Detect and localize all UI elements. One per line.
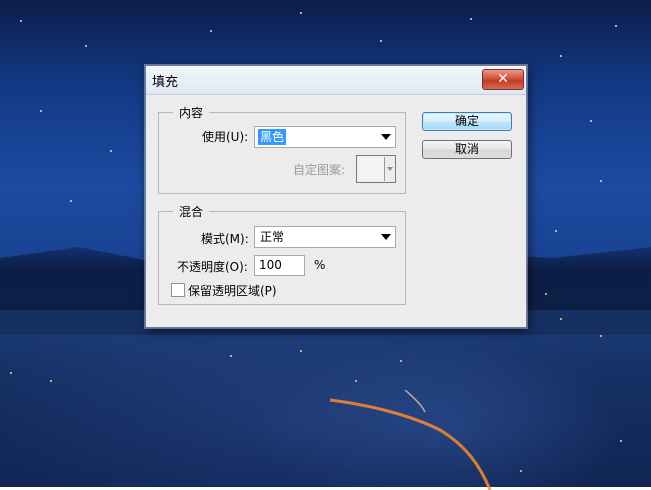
close-button[interactable]: ✕ xyxy=(482,69,524,90)
use-select-value: 黑色 xyxy=(258,129,287,145)
opacity-label: 不透明度(O): xyxy=(177,260,248,274)
fill-dialog: 填充 ✕ 内容 使用(U): 黑色 自定图案: 混合 模式(M): 正常 不透明… xyxy=(145,65,527,328)
cancel-button[interactable]: 取消 xyxy=(422,140,512,159)
mode-label: 模式(M): xyxy=(201,232,249,246)
opacity-value: 100 xyxy=(259,258,282,272)
mode-select-value: 正常 xyxy=(260,230,285,244)
preserve-transparency-label[interactable]: 保留透明区域(P) xyxy=(188,282,277,299)
pattern-swatch xyxy=(358,157,385,181)
chevron-down-icon xyxy=(381,234,391,240)
dialog-body: 内容 使用(U): 黑色 自定图案: 混合 模式(M): 正常 不透明度(O):… xyxy=(146,95,526,327)
wallpaper-city-lights xyxy=(0,310,651,487)
title-bar[interactable]: 填充 ✕ xyxy=(146,66,526,95)
use-label: 使用(U): xyxy=(202,130,249,144)
dialog-title: 填充 xyxy=(152,75,179,90)
use-select[interactable]: 黑色 xyxy=(254,126,396,148)
preserve-transparency-checkbox[interactable] xyxy=(171,283,185,297)
content-group-legend: 内容 xyxy=(173,104,210,121)
custom-pattern-label: 自定图案: xyxy=(293,163,346,177)
custom-pattern-picker[interactable] xyxy=(356,155,396,183)
wallpaper-road-lights xyxy=(330,390,492,490)
opacity-unit: % xyxy=(314,258,326,272)
opacity-input[interactable]: 100 xyxy=(254,255,305,276)
content-group: 内容 使用(U): 黑色 自定图案: xyxy=(158,104,406,194)
chevron-down-icon xyxy=(387,167,393,171)
ok-button[interactable]: 确定 xyxy=(422,112,512,131)
chevron-down-icon xyxy=(381,134,391,140)
blend-group-legend: 混合 xyxy=(173,203,210,220)
blend-group: 混合 模式(M): 正常 不透明度(O): 100 % 保留透明区域(P) xyxy=(158,203,406,305)
mode-select[interactable]: 正常 xyxy=(254,226,396,248)
